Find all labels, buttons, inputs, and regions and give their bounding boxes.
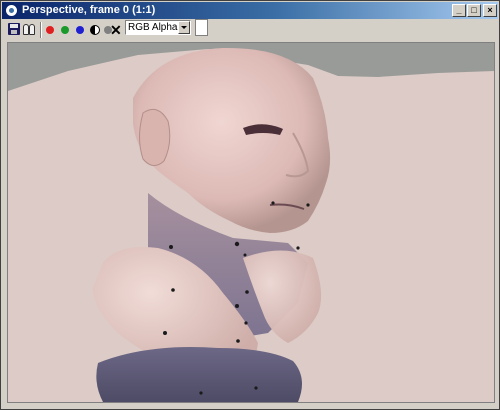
minimize-button[interactable]: _ xyxy=(452,4,466,17)
green-channel-icon xyxy=(61,26,69,34)
clear-button[interactable]: ✕ xyxy=(108,22,124,38)
channel-select[interactable]: RGB Alpha xyxy=(125,20,191,35)
maximize-button[interactable]: □ xyxy=(467,4,481,17)
base-shadow xyxy=(96,347,302,402)
clone-icon xyxy=(23,24,37,36)
close-button[interactable]: × xyxy=(483,4,497,17)
rendered-image xyxy=(8,43,494,402)
red-channel-icon xyxy=(46,26,54,34)
clear-icon: ✕ xyxy=(110,22,122,38)
ear xyxy=(139,108,171,166)
title-bar[interactable]: Perspective, frame 0 (1:1) _ □ × xyxy=(2,2,498,19)
app-icon[interactable] xyxy=(5,4,18,17)
render-viewport xyxy=(7,42,495,403)
window-title: Perspective, frame 0 (1:1) xyxy=(22,4,156,16)
green-channel-button[interactable] xyxy=(57,22,73,38)
save-image-button[interactable] xyxy=(6,22,22,38)
render-frame-window: Perspective, frame 0 (1:1) _ □ × ✕ RGB A… xyxy=(0,0,500,410)
red-channel-button[interactable] xyxy=(42,22,58,38)
clone-frame-button[interactable] xyxy=(22,22,38,38)
blue-channel-icon xyxy=(76,26,84,34)
save-icon xyxy=(8,23,20,35)
background-color-swatch[interactable] xyxy=(195,19,208,36)
channel-select-value: RGB Alpha xyxy=(128,22,178,33)
blue-channel-button[interactable] xyxy=(72,22,88,38)
mono-icon xyxy=(90,25,100,35)
chevron-down-icon[interactable] xyxy=(178,21,190,34)
toolbar: ✕ RGB Alpha xyxy=(2,19,498,41)
